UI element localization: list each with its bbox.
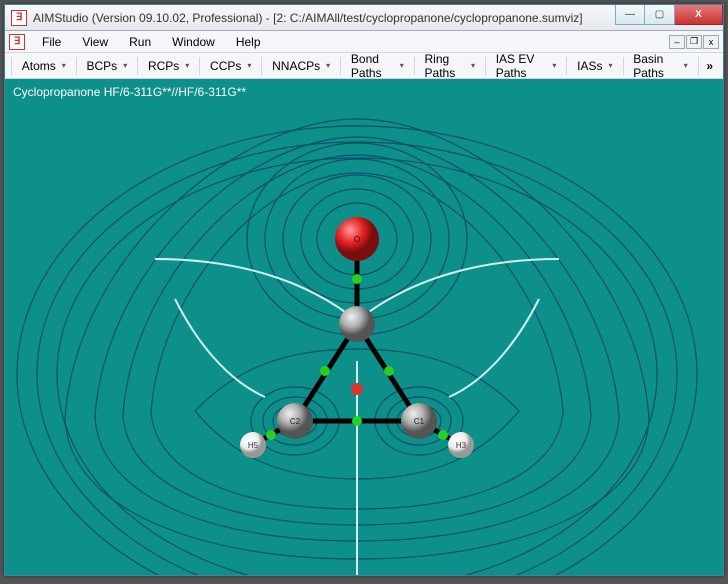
toolbar-separator (485, 57, 486, 75)
tool-nnacps[interactable]: NNACPs▾ (264, 57, 338, 75)
chevron-down-icon: ▾ (123, 61, 127, 70)
chevron-down-icon: ▾ (552, 61, 556, 70)
atom-c-top (339, 306, 375, 342)
maximize-button[interactable]: ▢ (645, 5, 675, 25)
close-button[interactable]: X (675, 5, 723, 25)
toolbar-separator (261, 57, 262, 75)
menu-view[interactable]: View (72, 33, 118, 51)
toolbar-separator (566, 57, 567, 75)
main-window: ∃ AIMStudio (Version 09.10.02, Professio… (4, 4, 724, 576)
toolbar-overflow-button[interactable]: » (700, 59, 719, 73)
tool-ccps[interactable]: CCPs▾ (202, 57, 259, 75)
minimize-button[interactable]: — (615, 5, 645, 25)
toolbar-separator (698, 57, 699, 75)
tool-atoms[interactable]: Atoms▾ (14, 57, 74, 75)
viewport-info-label: Cyclopropanone HF/6-311G**//HF/6-311G** (13, 85, 246, 99)
menu-run[interactable]: Run (119, 33, 161, 51)
toolbar-separator (340, 57, 341, 75)
svg-text:H5: H5 (248, 441, 259, 450)
chevron-down-icon: ▾ (608, 61, 612, 70)
viewport-3d[interactable]: O C2 C1 H5 H3 Cyclopropanone HF/6-311G**… (5, 79, 723, 575)
chevron-down-icon: ▾ (471, 61, 475, 70)
tool-bcps[interactable]: BCPs▾ (79, 57, 136, 75)
tool-rcps[interactable]: RCPs▾ (140, 57, 197, 75)
toolbar-separator (11, 57, 12, 75)
svg-text:H3: H3 (456, 441, 467, 450)
menu-file[interactable]: File (32, 33, 71, 51)
chevron-down-icon: ▾ (400, 61, 404, 70)
titlebar[interactable]: ∃ AIMStudio (Version 09.10.02, Professio… (5, 5, 723, 31)
contour-plot: O C2 C1 H5 H3 (5, 79, 723, 575)
toolbar-separator (76, 57, 77, 75)
menu-help[interactable]: Help (226, 33, 271, 51)
mdi-restore-button[interactable]: ❐ (686, 35, 702, 49)
tool-bond-paths[interactable]: Bond Paths▾ (343, 50, 412, 82)
window-controls: — ▢ X (615, 5, 723, 25)
svg-text:C2: C2 (290, 417, 301, 426)
window-title: AIMStudio (Version 09.10.02, Professiona… (33, 11, 615, 25)
chevron-down-icon: ▾ (62, 61, 66, 70)
chevron-down-icon: ▾ (684, 61, 688, 70)
doc-icon: ∃ (9, 34, 25, 50)
mdi-controls: – ❐ x (669, 35, 719, 49)
mdi-close-button[interactable]: x (703, 35, 719, 49)
toolbar-separator (137, 57, 138, 75)
chevron-down-icon: ▾ (185, 61, 189, 70)
menu-window[interactable]: Window (162, 33, 225, 51)
tool-ias-ev-paths[interactable]: IAS EV Paths▾ (488, 50, 565, 82)
toolbar-separator (414, 57, 415, 75)
chevron-down-icon: ▾ (247, 61, 251, 70)
toolbar: Atoms▾ BCPs▾ RCPs▾ CCPs▾ NNACPs▾ Bond Pa… (5, 53, 723, 79)
svg-text:C1: C1 (414, 417, 425, 426)
toolbar-separator (199, 57, 200, 75)
tool-basin-paths[interactable]: Basin Paths▾ (625, 50, 695, 82)
tool-ring-paths[interactable]: Ring Paths▾ (417, 50, 483, 82)
svg-text:O: O (354, 235, 360, 244)
tool-iass[interactable]: IASs▾ (569, 57, 620, 75)
rcp-marker (351, 383, 363, 395)
app-icon: ∃ (11, 10, 27, 26)
mdi-minimize-button[interactable]: – (669, 35, 685, 49)
toolbar-separator (623, 57, 624, 75)
chevron-down-icon: ▾ (326, 61, 330, 70)
